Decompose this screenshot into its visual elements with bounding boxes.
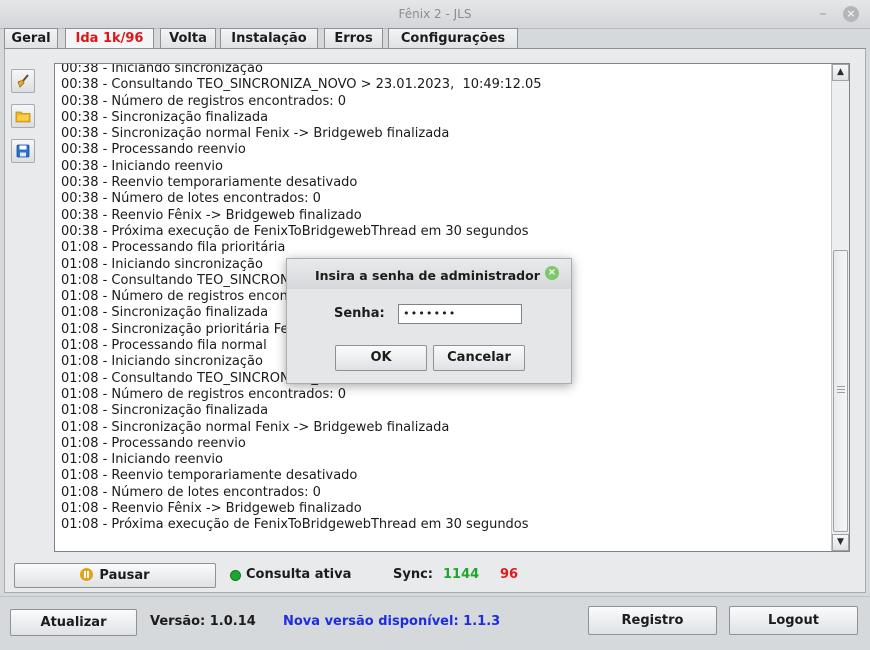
grip-icon <box>837 386 845 393</box>
scroll-up-button[interactable]: ▲ <box>832 64 849 81</box>
log-line: 00:38 - Número de registros encontrados:… <box>61 93 347 109</box>
ok-button[interactable]: OK <box>335 345 427 371</box>
log-line: 01:08 - Processando fila prioritária <box>61 240 286 256</box>
minimize-button[interactable]: – <box>814 5 832 23</box>
log-line: 01:08 - Reenvio Fênix -> Bridgeweb final… <box>61 501 362 517</box>
tab-configuracoes[interactable]: Configurações <box>388 28 518 49</box>
tab-ida[interactable]: Ida 1k/96 <box>65 28 154 50</box>
sync-fail-count: 96 <box>500 567 519 582</box>
save-log-button[interactable] <box>11 139 35 163</box>
dialog-title: Insira a senha de administrador <box>315 268 540 283</box>
password-field[interactable]: ••••••• <box>398 304 522 324</box>
tab-instalacao[interactable]: Instalação <box>220 28 318 49</box>
save-disk-icon <box>15 143 31 159</box>
status-indicator-icon <box>230 570 241 581</box>
broom-clean-icon <box>15 73 31 89</box>
log-line: 00:38 - Sincronização normal Fenix -> Br… <box>61 126 450 142</box>
dialog-close-icon[interactable]: × <box>545 266 559 280</box>
log-line: 00:38 - Processando reenvio <box>61 142 246 158</box>
log-line: 00:38 - Número de lotes encontrados: 0 <box>61 191 321 207</box>
log-line: 00:38 - Sincronização finalizada <box>61 109 269 125</box>
sync-success-count: 1144 <box>443 567 480 582</box>
sync-label: Sync: <box>393 567 433 582</box>
clear-log-button[interactable] <box>11 69 35 93</box>
log-line: 00:38 - Iniciando sincronização <box>61 63 263 76</box>
log-line: 01:08 - Sincronização finalizada <box>61 403 269 419</box>
pause-button[interactable]: Pausar <box>14 563 216 588</box>
pause-icon <box>80 568 94 581</box>
log-line: 01:08 - Iniciando reenvio <box>61 452 223 468</box>
update-button[interactable]: Atualizar <box>10 609 137 636</box>
open-folder-button[interactable] <box>11 104 35 128</box>
registro-button[interactable]: Registro <box>588 606 717 635</box>
tab-erros[interactable]: Erros <box>324 28 383 49</box>
pause-label: Pausar <box>99 568 150 583</box>
dialog-title-bar[interactable]: Insira a senha de administrador × <box>287 259 571 289</box>
log-line: 01:08 - Reenvio temporariamente desativa… <box>61 468 358 484</box>
log-line: 00:38 - Consultando TEO_SINCRONIZA_NOVO … <box>61 77 542 93</box>
scroll-down-button[interactable]: ▼ <box>832 534 849 551</box>
scroll-thumb[interactable] <box>833 250 848 532</box>
log-line: 00:38 - Reenvio Fênix -> Bridgeweb final… <box>61 207 362 223</box>
log-line: 00:38 - Iniciando reenvio <box>61 158 223 174</box>
log-line: 00:38 - Próxima execução de FenixToBridg… <box>61 223 529 239</box>
log-line: 01:08 - Número de registros encontrados:… <box>61 386 347 402</box>
folder-open-icon <box>15 108 31 124</box>
log-line: 00:38 - Reenvio temporariamente desativa… <box>61 175 358 191</box>
app-window: Fênix 2 - JLS – × Geral Ida 1k/96 Volta … <box>0 0 870 650</box>
tab-geral[interactable]: Geral <box>4 28 58 49</box>
title-bar[interactable]: Fênix 2 - JLS – × <box>0 0 870 29</box>
cancel-button[interactable]: Cancelar <box>433 345 525 371</box>
log-scrollbar[interactable]: ▲ ▼ <box>831 64 849 551</box>
status-label: Consulta ativa <box>246 567 352 582</box>
password-dialog: Insira a senha de administrador × Senha:… <box>286 258 572 384</box>
tab-volta[interactable]: Volta <box>160 28 216 49</box>
log-line: 01:08 - Processando reenvio <box>61 435 246 451</box>
new-version-link[interactable]: Nova versão disponível: 1.1.3 <box>283 614 500 629</box>
log-line: 01:08 - Sincronização normal Fenix -> Br… <box>61 419 450 435</box>
password-label: Senha: <box>334 306 385 321</box>
log-line: 01:08 - Número de lotes encontrados: 0 <box>61 484 321 500</box>
footer-divider <box>0 596 870 597</box>
window-title: Fênix 2 - JLS <box>398 7 472 21</box>
close-window-button[interactable]: × <box>843 6 859 22</box>
version-label: Versão: 1.0.14 <box>150 614 256 629</box>
logout-button[interactable]: Logout <box>729 606 858 635</box>
log-line: 01:08 - Próxima execução de FenixToBridg… <box>61 517 529 533</box>
